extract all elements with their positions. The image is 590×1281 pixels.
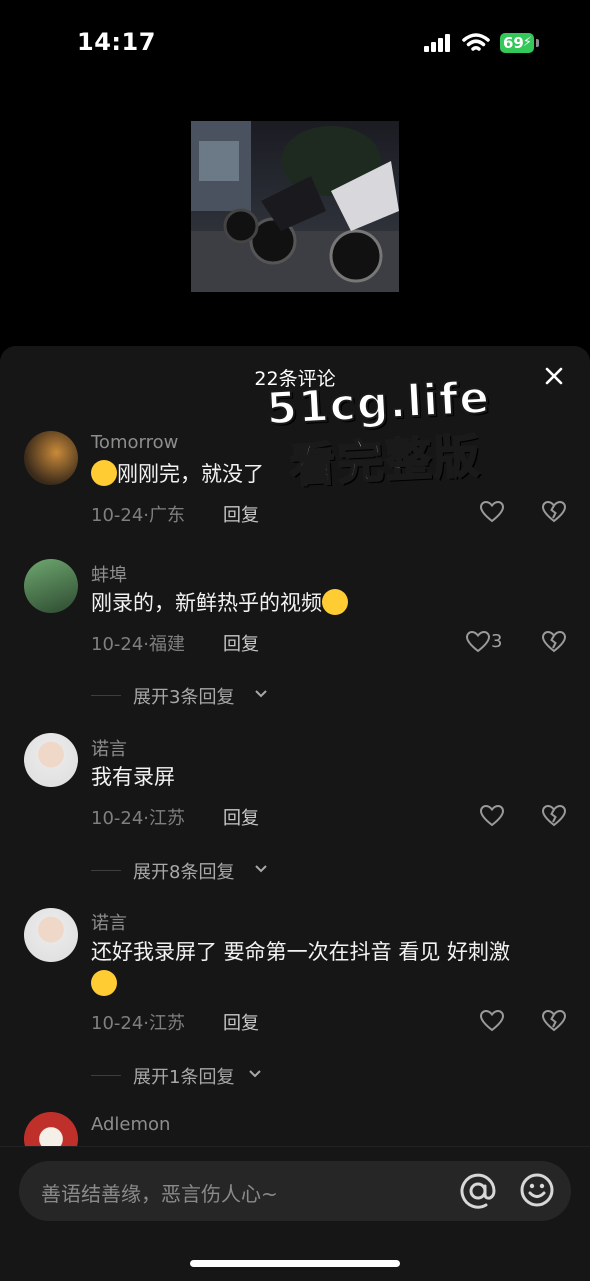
avatar[interactable] bbox=[24, 431, 78, 485]
broken-heart-icon[interactable] bbox=[541, 630, 567, 654]
close-icon[interactable] bbox=[538, 362, 570, 390]
chevron-down-icon bbox=[255, 690, 267, 698]
like-count: 3 bbox=[491, 631, 503, 652]
reply-button[interactable]: 回复 bbox=[223, 1009, 259, 1035]
comment-text: 还好我录屏了 要命第一次在抖音 看见 好刺激 bbox=[91, 936, 561, 1000]
chevron-down-icon bbox=[255, 865, 267, 873]
comment-text: 刚录的，新鲜热乎的视频 bbox=[91, 587, 561, 619]
broken-heart-icon[interactable] bbox=[541, 500, 567, 524]
expand-replies-button[interactable]: 展开1条回复 bbox=[91, 1063, 341, 1088]
comment-text: 刚刚完，就没了 bbox=[91, 458, 561, 490]
comment-text: 我有录屏 bbox=[91, 765, 175, 789]
avatar[interactable] bbox=[24, 559, 78, 613]
comment-username[interactable]: Tomorrow bbox=[91, 432, 178, 453]
heart-icon[interactable] bbox=[479, 804, 505, 828]
broken-heart-icon[interactable] bbox=[541, 804, 567, 828]
divider bbox=[91, 1075, 121, 1076]
battery-cap bbox=[536, 39, 539, 47]
avatar[interactable] bbox=[24, 733, 78, 787]
status-time: 14:17 bbox=[77, 28, 156, 56]
at-icon[interactable] bbox=[459, 1172, 497, 1210]
video-thumbnail[interactable] bbox=[191, 121, 399, 292]
status-bar: 14:17 69 ⚡ bbox=[0, 0, 590, 88]
expand-label: 展开1条回复 bbox=[133, 1067, 235, 1088]
comment-username[interactable]: Adlemon bbox=[91, 1114, 170, 1135]
comment-username[interactable]: 诺言 bbox=[91, 909, 127, 935]
expand-label: 展开3条回复 bbox=[133, 687, 235, 708]
comment-input-placeholder: 善语结善缘，恶言伤人心~ bbox=[41, 1182, 278, 1206]
expand-replies-button[interactable]: 展开8条回复 bbox=[91, 858, 341, 883]
heart-icon[interactable] bbox=[479, 500, 505, 524]
comment-date: 10-24·广东 bbox=[91, 505, 186, 526]
heart-icon[interactable] bbox=[465, 630, 491, 654]
expand-label: 展开8条回复 bbox=[133, 862, 235, 883]
reply-button[interactable]: 回复 bbox=[223, 804, 259, 830]
broken-heart-icon[interactable] bbox=[541, 1009, 567, 1033]
comment-date: 10-24·江苏 bbox=[91, 1013, 186, 1034]
charging-bolt-icon: ⚡ bbox=[522, 35, 532, 50]
chevron-down-icon bbox=[249, 1070, 261, 1078]
comment-input[interactable]: 善语结善缘，恶言伤人心~ bbox=[19, 1161, 571, 1221]
comment-username[interactable]: 蚌埠 bbox=[91, 561, 127, 587]
wifi-icon bbox=[462, 33, 490, 51]
heart-icon[interactable] bbox=[479, 1009, 505, 1033]
emoji-icon bbox=[91, 970, 117, 996]
emoji-icon[interactable] bbox=[519, 1172, 555, 1208]
signal-icon bbox=[424, 34, 452, 52]
battery-icon: 69 ⚡ bbox=[500, 33, 534, 53]
emoji-icon bbox=[322, 589, 348, 615]
battery-level: 69 bbox=[503, 34, 524, 52]
avatar[interactable] bbox=[24, 908, 78, 962]
divider bbox=[91, 870, 121, 871]
motorcycles-image bbox=[191, 121, 399, 292]
divider bbox=[91, 695, 121, 696]
sheet-title: 22条评论 bbox=[254, 368, 336, 390]
comment-date: 10-24·江苏 bbox=[91, 808, 186, 829]
emoji-icon bbox=[91, 460, 117, 486]
home-indicator[interactable] bbox=[190, 1260, 400, 1267]
reply-button[interactable]: 回复 bbox=[223, 501, 259, 527]
expand-replies-button[interactable]: 展开3条回复 bbox=[91, 683, 341, 708]
comment-date: 10-24·福建 bbox=[91, 634, 186, 655]
comment-username[interactable]: 诺言 bbox=[91, 735, 127, 761]
reply-button[interactable]: 回复 bbox=[223, 630, 259, 656]
